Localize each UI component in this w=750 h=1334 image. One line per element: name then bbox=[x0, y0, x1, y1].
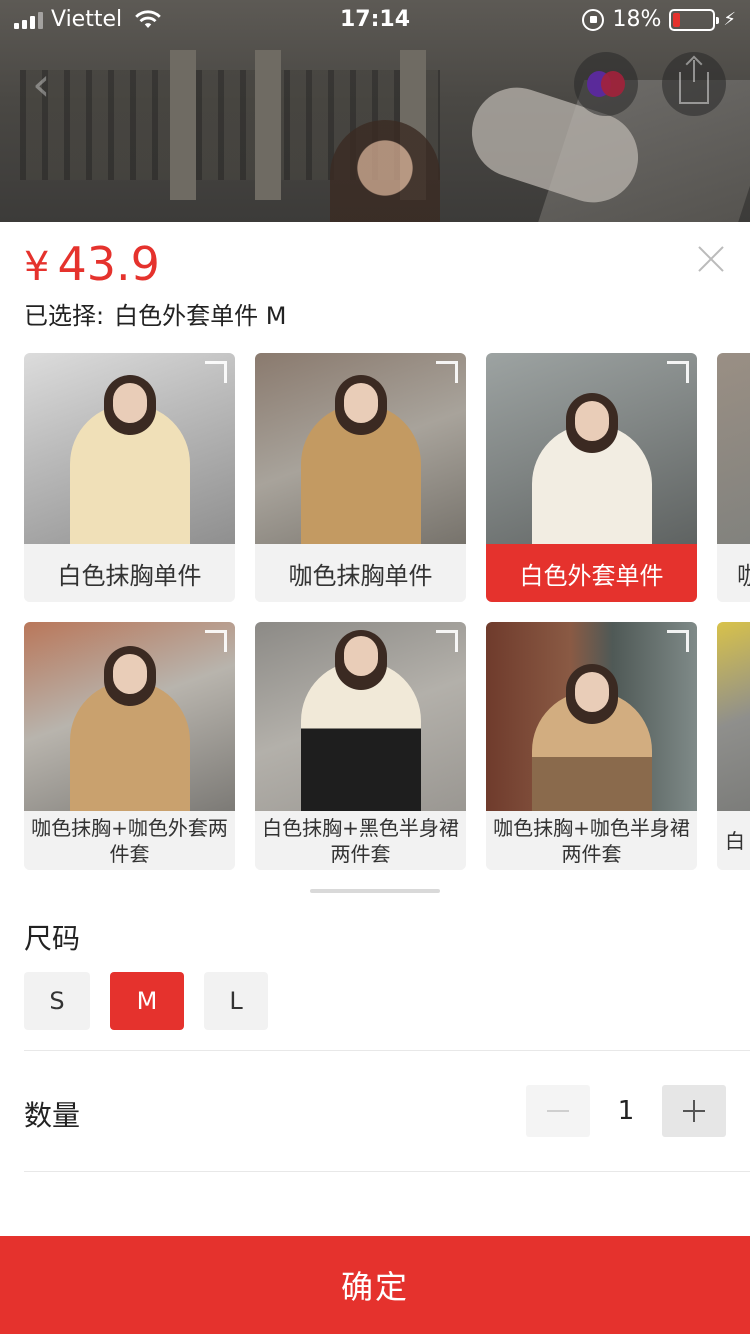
style-option[interactable]: 咖色抹胸+咖色半身裙两件套 bbox=[486, 622, 697, 870]
expand-icon[interactable] bbox=[205, 630, 227, 652]
style-thumbnail bbox=[717, 622, 750, 811]
confirm-button[interactable]: 确定 bbox=[0, 1236, 750, 1334]
style-thumbnail bbox=[255, 353, 466, 544]
brand-button[interactable] bbox=[574, 52, 638, 116]
horizontal-scroll-indicator bbox=[310, 889, 440, 893]
brand-heart-icon bbox=[587, 71, 625, 97]
style-options-grid[interactable]: 白色抹胸单件 咖色抹胸单件 白色外套单件 咖 咖色抹胸+咖色外套两件套 白色抹胸… bbox=[24, 353, 750, 873]
size-section-title: 尺码 bbox=[24, 922, 81, 955]
price: ¥43.9 bbox=[24, 237, 160, 291]
style-thumbnail bbox=[486, 353, 697, 544]
share-icon bbox=[679, 60, 709, 104]
size-option-m[interactable]: M bbox=[110, 972, 184, 1030]
charging-icon: ⚡ bbox=[723, 9, 736, 30]
style-option[interactable]: 白色外套单件 bbox=[486, 353, 697, 602]
size-option-l[interactable]: L bbox=[204, 972, 268, 1030]
expand-icon[interactable] bbox=[436, 361, 458, 383]
quantity-decrease-button[interactable] bbox=[526, 1085, 590, 1137]
back-icon[interactable]: ‹ bbox=[32, 58, 80, 110]
style-thumbnail bbox=[24, 622, 235, 811]
sku-selector-sheet: ¥43.9 已选择: 白色外套单件 M 白色抹胸单件 咖色抹胸单件 白色外套单件… bbox=[0, 222, 750, 1334]
expand-icon[interactable] bbox=[436, 630, 458, 652]
quantity-increase-button[interactable] bbox=[662, 1085, 726, 1137]
expand-icon[interactable] bbox=[205, 361, 227, 383]
style-thumbnail bbox=[255, 622, 466, 811]
style-option[interactable]: 咖色抹胸+咖色外套两件套 bbox=[24, 622, 235, 870]
quantity-section-title: 数量 bbox=[24, 1099, 81, 1132]
style-option[interactable]: 咖色抹胸单件 bbox=[255, 353, 466, 602]
close-icon[interactable] bbox=[696, 244, 726, 274]
style-option[interactable]: 白色抹胸单件 bbox=[24, 353, 235, 602]
style-thumbnail bbox=[486, 622, 697, 811]
style-option[interactable]: 白色抹胸+黑色半身裙两件套 bbox=[255, 622, 466, 870]
divider bbox=[24, 1171, 750, 1172]
size-option-s[interactable]: S bbox=[24, 972, 90, 1030]
expand-icon[interactable] bbox=[667, 361, 689, 383]
status-bar: Viettel 17:14 18% ⚡ bbox=[0, 0, 750, 40]
style-option[interactable]: 咖 bbox=[717, 353, 750, 602]
battery-percent: 18% bbox=[612, 7, 662, 32]
style-option[interactable]: 白 bbox=[717, 622, 750, 870]
expand-icon[interactable] bbox=[667, 630, 689, 652]
style-thumbnail bbox=[24, 353, 235, 544]
share-button[interactable] bbox=[662, 52, 726, 116]
style-thumbnail bbox=[717, 353, 750, 544]
battery-icon bbox=[669, 8, 720, 31]
selected-summary: 已选择: 白色外套单件 M bbox=[24, 302, 287, 330]
rotation-lock-icon bbox=[582, 8, 605, 31]
divider bbox=[24, 1050, 750, 1051]
minus-icon bbox=[547, 1110, 569, 1112]
quantity-value[interactable]: 1 bbox=[596, 1085, 656, 1137]
